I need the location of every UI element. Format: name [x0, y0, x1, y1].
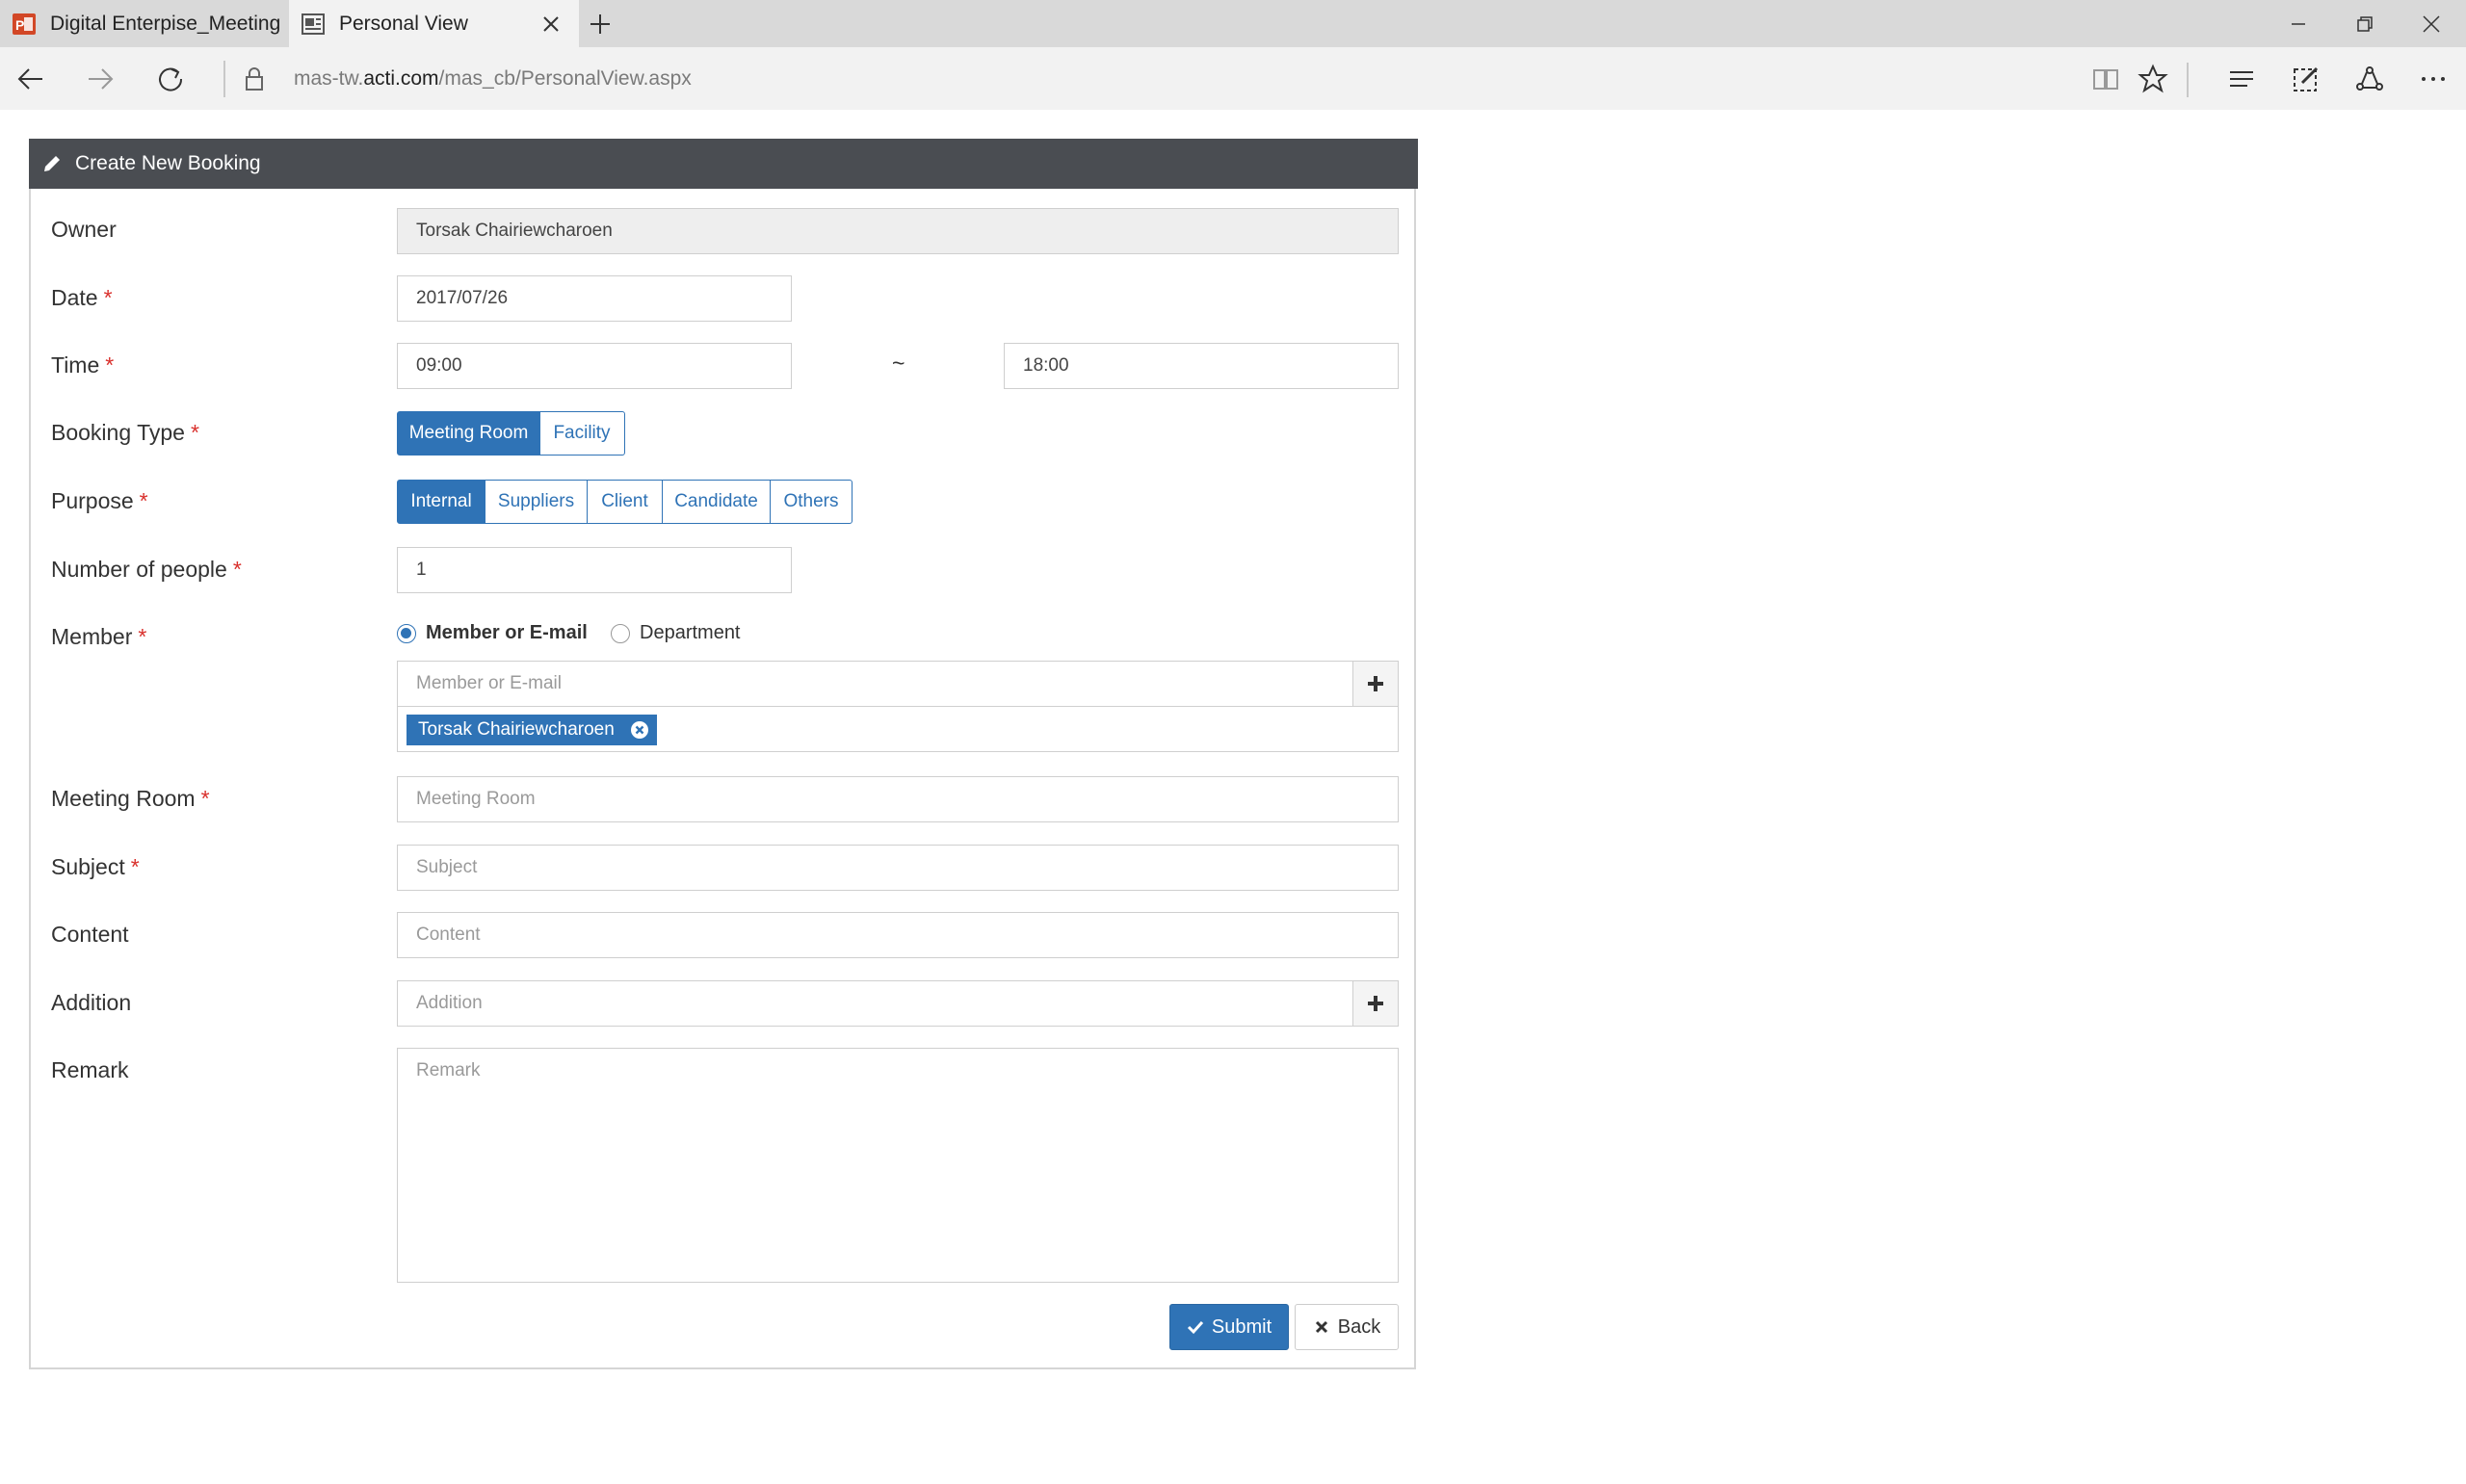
radio-department[interactable]: Department: [611, 622, 741, 644]
remark-label: Remark: [51, 1057, 129, 1082]
remark-textarea[interactable]: Remark: [397, 1048, 1399, 1283]
address-bar: mas-tw.acti.com/mas_cb/PersonalView.aspx: [0, 47, 2466, 110]
plus-icon: [1368, 996, 1383, 1011]
remove-tag-icon[interactable]: [630, 720, 649, 740]
back-button[interactable]: Back: [1295, 1304, 1399, 1350]
close-window-icon[interactable]: [2417, 10, 2446, 39]
plus-icon: [1368, 676, 1383, 691]
submit-button[interactable]: Submit: [1169, 1304, 1289, 1350]
new-tab-icon[interactable]: [586, 10, 615, 39]
close-icon: [1315, 1320, 1327, 1334]
required-mark: *: [103, 285, 113, 310]
time-label: Time *: [51, 352, 115, 378]
subject-input[interactable]: Subject: [397, 845, 1399, 891]
lock-icon[interactable]: [239, 64, 270, 94]
meeting-room-label: Meeting Room *: [51, 786, 210, 811]
meeting-room-input[interactable]: Meeting Room: [397, 776, 1399, 822]
booking-type-label: Booking Type *: [51, 420, 199, 445]
radio-checked: [397, 623, 416, 643]
people-label: Number of people *: [51, 557, 242, 582]
required-mark: *: [105, 352, 115, 378]
check-icon: [1187, 1320, 1203, 1335]
share-icon[interactable]: [2354, 64, 2385, 94]
minimize-icon[interactable]: [2284, 10, 2313, 39]
required-mark: *: [130, 854, 140, 879]
add-addition-button[interactable]: [1352, 980, 1399, 1027]
time-separator: ~: [892, 351, 905, 376]
purpose-client[interactable]: Client: [587, 480, 663, 524]
member-label: Member *: [51, 624, 147, 649]
subject-label: Subject *: [51, 854, 140, 879]
owner-field: Torsak Chairiewcharoen: [397, 208, 1399, 254]
separator: [2187, 63, 2189, 97]
purpose-internal[interactable]: Internal: [397, 480, 485, 524]
back-arrow-icon[interactable]: [15, 64, 46, 94]
panel-header: Create New Booking: [29, 139, 1418, 189]
tab-digital-enterprise[interactable]: P Digital Enterpise_Meeting re: [0, 0, 289, 47]
tab-title: Personal View: [339, 12, 468, 35]
add-member-button[interactable]: [1352, 661, 1399, 707]
booking-type-group: Meeting Room Facility: [397, 411, 625, 456]
end-time-input[interactable]: 18:00: [1004, 343, 1399, 389]
radio-member-or-email[interactable]: Member or E-mail: [397, 622, 588, 644]
booking-type-facility[interactable]: Facility: [538, 411, 625, 456]
people-input[interactable]: 1: [397, 547, 792, 593]
powerpoint-icon: P: [13, 13, 36, 35]
more-icon[interactable]: [2418, 64, 2449, 94]
tab-title: Digital Enterpise_Meeting re: [50, 12, 286, 35]
required-mark: *: [138, 624, 147, 649]
required-mark: *: [232, 557, 242, 582]
addition-input[interactable]: Addition: [397, 980, 1353, 1027]
required-mark: *: [200, 786, 210, 811]
required-mark: *: [190, 420, 199, 445]
member-tag-label: Torsak Chairiewcharoen: [418, 719, 615, 740]
close-tab-icon[interactable]: [538, 12, 564, 37]
member-tag: Torsak Chairiewcharoen: [407, 715, 657, 745]
page-icon: [302, 13, 325, 35]
pencil-icon: [44, 156, 60, 171]
browser-tab-bar: P Digital Enterpise_Meeting re Personal …: [0, 0, 2466, 47]
purpose-suppliers[interactable]: Suppliers: [484, 480, 589, 524]
member-input[interactable]: Member or E-mail: [397, 661, 1353, 707]
svg-text:P: P: [15, 17, 24, 33]
url-path: /mas_cb/PersonalView.aspx: [438, 67, 692, 90]
required-mark: *: [139, 488, 148, 513]
tab-personal-view[interactable]: Personal View: [289, 0, 579, 47]
owner-label: Owner: [51, 217, 117, 242]
hub-icon[interactable]: [2226, 64, 2257, 94]
purpose-label: Purpose *: [51, 488, 148, 513]
date-input[interactable]: 2017/07/26: [397, 275, 792, 322]
purpose-candidate[interactable]: Candidate: [661, 480, 772, 524]
forward-arrow-icon[interactable]: [85, 64, 116, 94]
url-host: acti.com: [363, 67, 439, 90]
addition-label: Addition: [51, 990, 132, 1015]
purpose-others[interactable]: Others: [770, 480, 853, 524]
url-field[interactable]: mas-tw.acti.com/mas_cb/PersonalView.aspx: [294, 67, 692, 91]
booking-type-meeting-room[interactable]: Meeting Room: [397, 411, 540, 456]
restore-icon[interactable]: [2350, 10, 2379, 39]
web-note-icon[interactable]: [2291, 64, 2322, 94]
date-label: Date *: [51, 285, 113, 310]
purpose-group: Internal Suppliers Client Candidate Othe…: [397, 480, 853, 524]
content-label: Content: [51, 922, 129, 947]
content-input[interactable]: Content: [397, 912, 1399, 958]
start-time-input[interactable]: 09:00: [397, 343, 792, 389]
radio-unchecked: [611, 623, 630, 643]
reading-view-icon[interactable]: [2090, 64, 2121, 94]
member-tag-box: Torsak Chairiewcharoen: [397, 707, 1399, 752]
create-booking-panel: Create New Booking Owner Torsak Chairiew…: [29, 139, 1418, 1369]
favorite-star-icon[interactable]: [2138, 64, 2168, 94]
refresh-icon[interactable]: [155, 64, 186, 94]
url-prefix: mas-tw.: [294, 67, 364, 90]
separator: [223, 61, 225, 97]
panel-title: Create New Booking: [75, 152, 261, 174]
